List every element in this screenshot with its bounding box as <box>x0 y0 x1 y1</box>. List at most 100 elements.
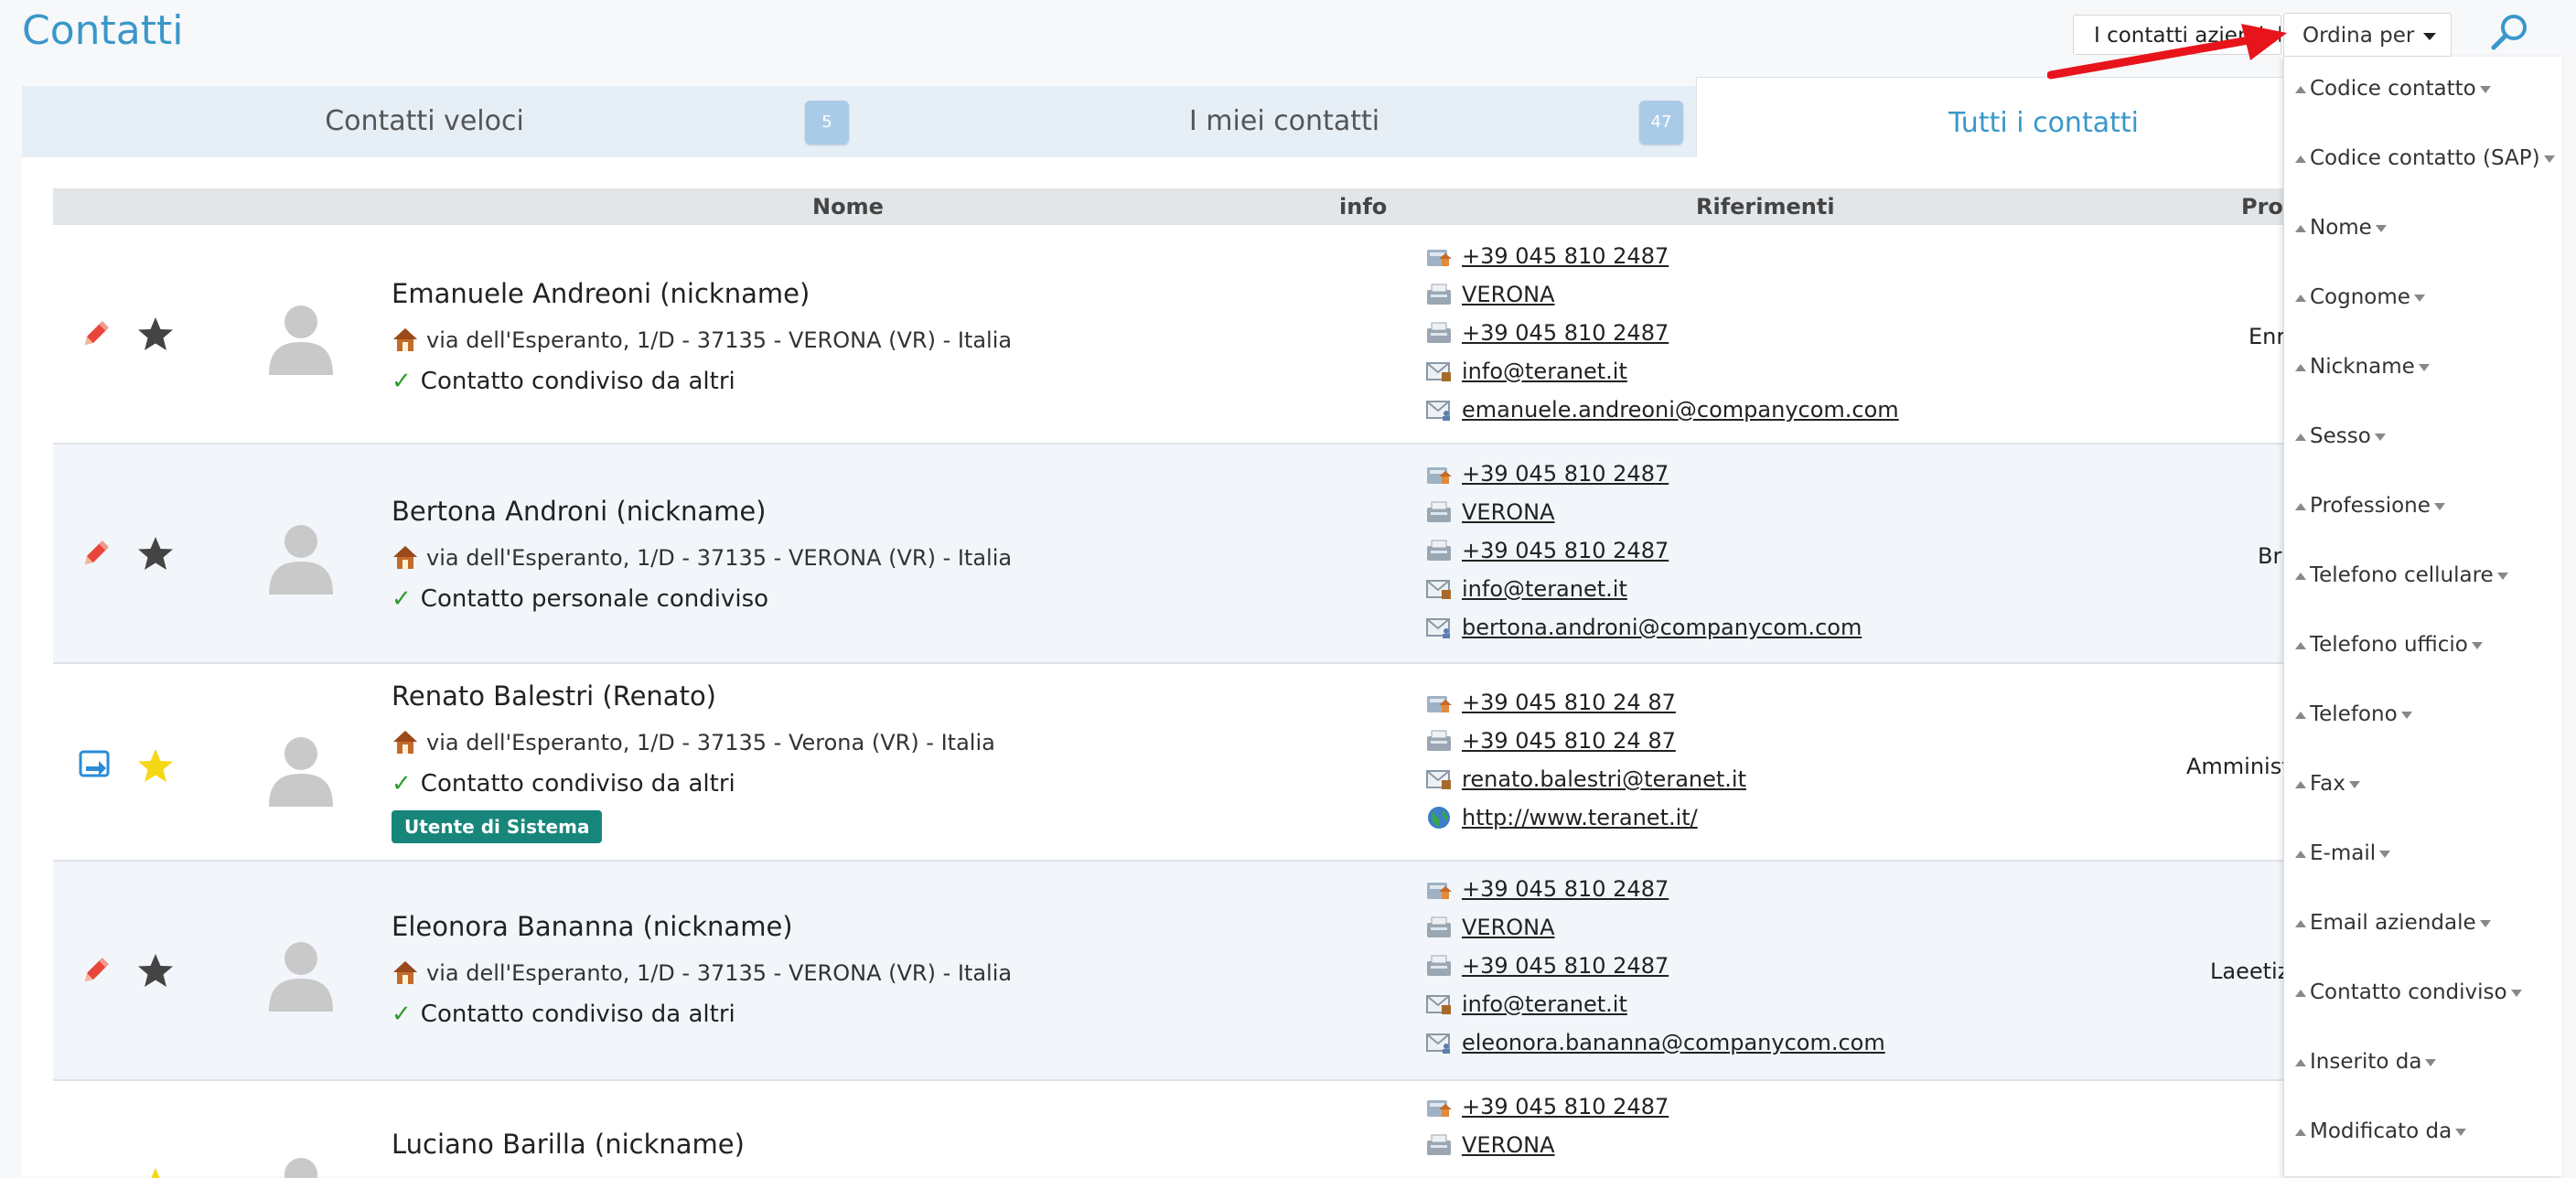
sort-ascending-icon[interactable] <box>2295 294 2306 302</box>
reference-fax[interactable]: +39 045 810 2487 <box>1462 538 1669 563</box>
sort-ascending-icon[interactable] <box>2295 503 2306 510</box>
contact-name[interactable]: Renato Balestri (Renato) <box>392 680 716 712</box>
reference-company-email[interactable]: info@teranet.it <box>1462 576 1627 602</box>
sort-ascending-icon[interactable] <box>2295 712 2306 719</box>
sort-option[interactable]: Modificato da <box>2295 1119 2467 1143</box>
sort-option[interactable]: Telefono <box>2295 702 2412 726</box>
reference-city[interactable]: VERONA <box>1462 915 1555 940</box>
sort-option[interactable]: Professione <box>2295 494 2445 518</box>
column-header-name[interactable]: Nome <box>812 194 884 220</box>
reference-email[interactable]: bertona.androni@companycom.com <box>1462 615 1862 640</box>
sort-option-label[interactable]: Cognome <box>2310 285 2410 309</box>
sort-option-label[interactable]: Telefono <box>2310 702 2398 726</box>
reference-fax[interactable]: +39 045 810 2487 <box>1462 953 1669 979</box>
sort-option-label[interactable]: Modificato da <box>2310 1119 2452 1143</box>
sort-ascending-icon[interactable] <box>2295 1129 2306 1136</box>
table-row[interactable]: Luciano Barilla (nickname) +39 045 810 2… <box>53 1079 2331 1178</box>
sort-descending-icon[interactable] <box>2374 434 2386 441</box>
order-by-button[interactable]: Ordina per <box>2283 13 2452 57</box>
edit-pencil-icon[interactable] <box>79 538 112 571</box>
sort-option-label[interactable]: Sesso <box>2310 424 2371 448</box>
sort-descending-icon[interactable] <box>2379 851 2391 858</box>
sort-option[interactable]: Telefono ufficio <box>2295 633 2483 657</box>
sort-descending-icon[interactable] <box>2471 642 2483 649</box>
sort-option[interactable]: Inserito da <box>2295 1050 2437 1074</box>
reference-email[interactable]: emanuele.andreoni@companycom.com <box>1462 397 1899 423</box>
reference-city[interactable]: VERONA <box>1462 1132 1555 1158</box>
tab-my-contacts[interactable]: I miei contatti <box>882 86 1687 157</box>
sort-descending-icon[interactable] <box>2543 155 2555 163</box>
sort-option[interactable]: Nome <box>2295 216 2387 240</box>
tab-quick-contacts[interactable]: Contatti veloci <box>22 86 827 157</box>
reference-email[interactable]: renato.balestri@teranet.it <box>1462 766 1746 792</box>
reference-email[interactable]: eleonora.bananna@companycom.com <box>1462 1030 1885 1055</box>
sort-option[interactable]: Codice contatto <box>2295 77 2491 101</box>
sort-descending-icon[interactable] <box>2348 781 2360 788</box>
star-icon[interactable] <box>135 951 176 991</box>
sort-descending-icon[interactable] <box>2433 503 2445 510</box>
reference-fax[interactable]: +39 045 810 2487 <box>1462 320 1669 346</box>
sort-option[interactable]: Email aziendale <box>2295 911 2491 935</box>
reference-phone[interactable]: +39 045 810 2487 <box>1462 1094 1669 1119</box>
reference-phone[interactable]: +39 045 810 2487 <box>1462 243 1669 269</box>
sort-ascending-icon[interactable] <box>2295 86 2306 93</box>
table-row[interactable]: Eleonora Bananna (nickname) via dell'Esp… <box>53 860 2331 1081</box>
search-icon[interactable] <box>2486 9 2534 57</box>
sort-ascending-icon[interactable] <box>2295 1059 2306 1066</box>
reference-city[interactable]: VERONA <box>1462 282 1555 307</box>
reference-phone[interactable]: +39 045 810 2487 <box>1462 876 1669 902</box>
sort-descending-icon[interactable] <box>2479 920 2491 927</box>
column-header-info[interactable]: info <box>1339 194 1387 220</box>
table-row[interactable]: Bertona Androni (nickname) via dell'Espe… <box>53 443 2331 664</box>
sort-option-label[interactable]: Inserito da <box>2310 1050 2421 1074</box>
sort-descending-icon[interactable] <box>2496 573 2508 580</box>
sort-ascending-icon[interactable] <box>2295 434 2306 441</box>
sort-option[interactable]: E-mail <box>2295 841 2391 865</box>
sort-descending-icon[interactable] <box>2479 86 2491 93</box>
sort-option-label[interactable]: Professione <box>2310 494 2431 518</box>
contact-name[interactable]: Emanuele Andreoni (nickname) <box>392 278 810 309</box>
sort-option-label[interactable]: Telefono ufficio <box>2310 633 2468 657</box>
contact-name[interactable]: Bertona Androni (nickname) <box>392 496 767 527</box>
sort-descending-icon[interactable] <box>2455 1129 2467 1136</box>
sort-ascending-icon[interactable] <box>2295 781 2306 788</box>
edit-pencil-icon[interactable] <box>79 955 112 988</box>
sort-option-label[interactable]: E-mail <box>2310 841 2376 865</box>
sort-option-label[interactable]: Nome <box>2310 216 2372 240</box>
sort-descending-icon[interactable] <box>2425 1059 2437 1066</box>
sort-ascending-icon[interactable] <box>2295 155 2306 163</box>
contact-name[interactable]: Luciano Barilla (nickname) <box>392 1129 745 1160</box>
star-favorite-icon[interactable] <box>135 746 176 787</box>
sort-option-label[interactable]: Telefono cellulare <box>2310 563 2494 587</box>
sort-ascending-icon[interactable] <box>2295 990 2306 997</box>
sort-ascending-icon[interactable] <box>2295 364 2306 371</box>
sort-ascending-icon[interactable] <box>2295 573 2306 580</box>
sort-option-label[interactable]: Codice contatto <box>2310 77 2476 101</box>
reference-phone[interactable]: +39 045 810 24 87 <box>1462 690 1676 715</box>
edit-pencil-icon[interactable] <box>79 318 112 351</box>
sort-option-label[interactable]: Nickname <box>2310 355 2415 379</box>
sort-option-label[interactable]: Email aziendale <box>2310 911 2476 935</box>
column-header-references[interactable]: Riferimenti <box>1696 194 1835 220</box>
sort-ascending-icon[interactable] <box>2295 920 2306 927</box>
sort-option[interactable]: Telefono cellulare <box>2295 563 2508 587</box>
sort-descending-icon[interactable] <box>2510 990 2522 997</box>
sort-ascending-icon[interactable] <box>2295 225 2306 232</box>
reference-company-email[interactable]: info@teranet.it <box>1462 359 1627 384</box>
sort-descending-icon[interactable] <box>2413 294 2425 302</box>
reference-website[interactable]: http://www.teranet.it/ <box>1462 805 1698 830</box>
sort-option-label[interactable]: Fax <box>2310 772 2345 796</box>
sort-option[interactable]: Codice contatto (SAP) <box>2295 146 2555 170</box>
reference-fax[interactable]: +39 045 810 24 87 <box>1462 728 1676 754</box>
contact-name[interactable]: Eleonora Bananna (nickname) <box>392 911 793 942</box>
sort-descending-icon[interactable] <box>2375 225 2387 232</box>
reference-phone[interactable]: +39 045 810 2487 <box>1462 461 1669 487</box>
sort-option-label[interactable]: Codice contatto (SAP) <box>2310 146 2540 170</box>
sort-option[interactable]: Fax <box>2295 772 2360 796</box>
reference-company-email[interactable]: info@teranet.it <box>1462 991 1627 1017</box>
star-icon[interactable] <box>135 534 176 574</box>
sort-option[interactable]: Contatto condiviso <box>2295 980 2522 1004</box>
sort-descending-icon[interactable] <box>2400 712 2412 719</box>
sort-option-label[interactable]: Contatto condiviso <box>2310 980 2507 1004</box>
reference-city[interactable]: VERONA <box>1462 499 1555 525</box>
